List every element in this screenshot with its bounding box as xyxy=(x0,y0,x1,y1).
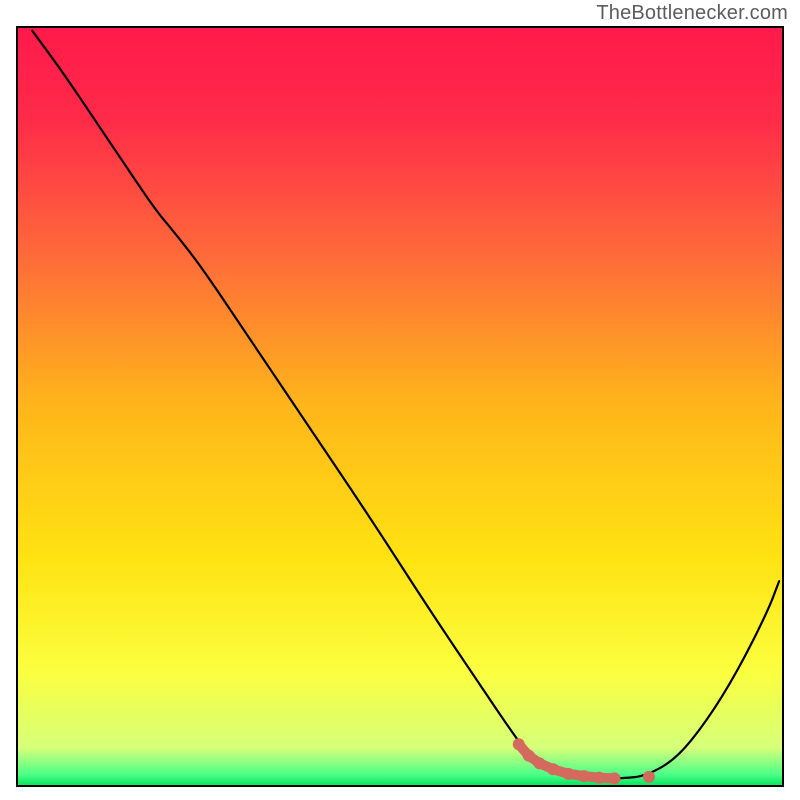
marker-dot xyxy=(533,757,545,769)
marker-dot xyxy=(523,750,535,762)
marker-dot xyxy=(578,770,590,782)
marker-dot xyxy=(593,772,605,784)
marker-dot xyxy=(643,771,655,783)
marker-dot xyxy=(513,738,525,750)
marker-dot xyxy=(563,768,575,780)
bottleneck-chart xyxy=(0,0,800,800)
marker-dot xyxy=(608,772,620,784)
chart-container: { "watermark": "TheBottlenecker.com", "c… xyxy=(0,0,800,800)
marker-dot xyxy=(547,763,559,775)
